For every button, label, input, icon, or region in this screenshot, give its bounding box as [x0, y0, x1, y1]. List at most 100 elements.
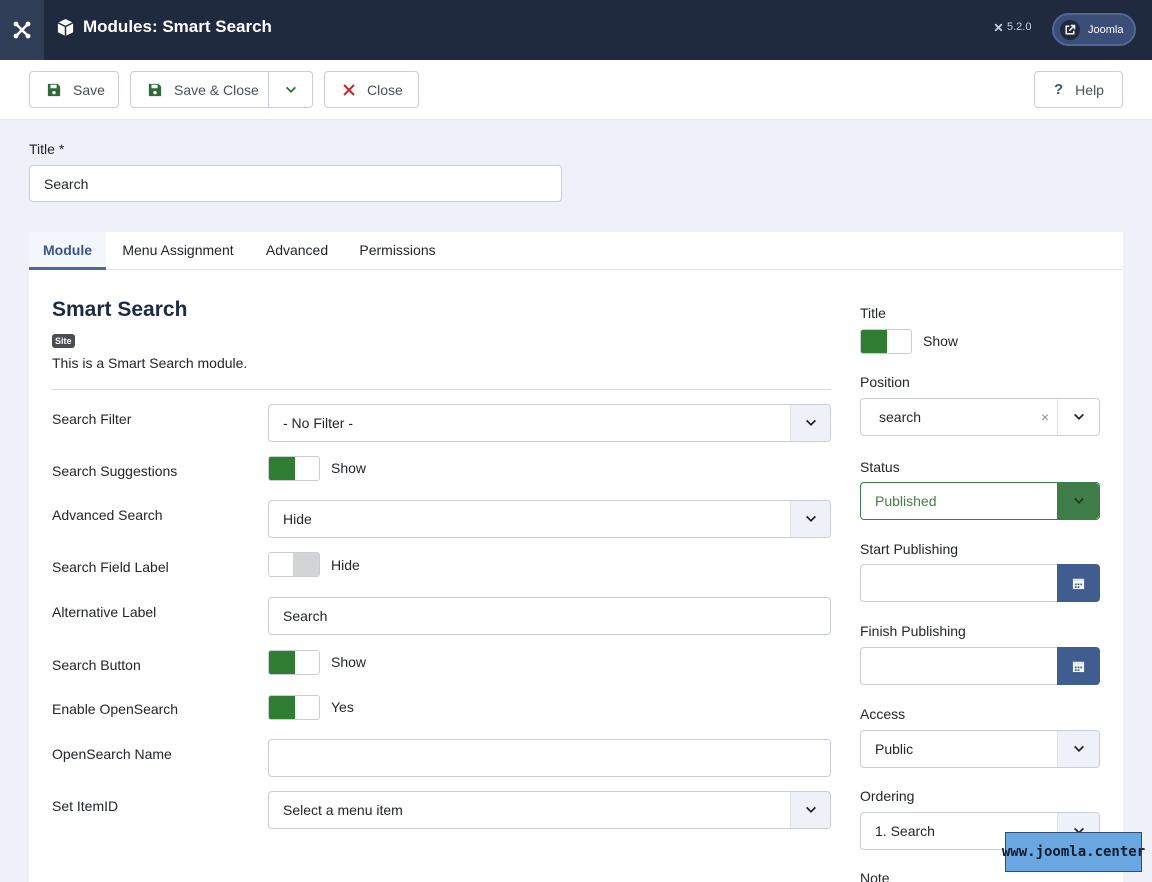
toggle-knob: [293, 553, 319, 576]
help-label: Help: [1075, 81, 1104, 98]
advanced-search-label: Advanced Search: [52, 507, 163, 523]
show-title-label: Title: [860, 305, 886, 321]
advanced-search-value: Hide: [283, 511, 312, 527]
joomla-small-icon: [994, 23, 1003, 31]
access-value: Public: [875, 741, 914, 757]
search-suggestions-toggle[interactable]: [268, 456, 320, 481]
toggle-knob: [269, 651, 295, 674]
search-button-state: Show: [331, 654, 367, 670]
page-title: Modules: Smart Search: [56, 17, 272, 37]
access-select[interactable]: Public: [860, 730, 1100, 768]
search-button-label: Search Button: [52, 657, 141, 673]
alternative-label-input[interactable]: [268, 597, 831, 635]
close-button[interactable]: Close: [324, 71, 419, 108]
finish-publishing-input[interactable]: [860, 647, 1058, 685]
app-header: Modules: Smart Search 5.2.0 Joomla: [0, 0, 1152, 60]
ordering-label: Ordering: [860, 788, 915, 804]
start-publishing-field: [860, 564, 1100, 602]
search-suggestions-state: Show: [331, 460, 367, 476]
joomla-logo-button[interactable]: [0, 0, 44, 60]
watermark: www.joomla.center: [1002, 832, 1145, 872]
save-icon: [148, 83, 162, 96]
start-publishing-label: Start Publishing: [860, 541, 959, 557]
save-close-button[interactable]: Save & Close: [130, 71, 269, 108]
module-edit-card: Module Menu Assignment Advanced Permissi…: [29, 232, 1123, 882]
external-link-icon: [1060, 19, 1080, 40]
clear-icon[interactable]: ×: [1041, 409, 1049, 425]
position-select[interactable]: search ×: [860, 398, 1100, 436]
access-label: Access: [860, 706, 906, 722]
start-publishing-input[interactable]: [860, 564, 1058, 602]
enable-opensearch-state: Yes: [331, 699, 354, 715]
save-options-dropdown[interactable]: [268, 71, 313, 108]
joomla-version: 5.2.0: [993, 21, 1031, 33]
chevron-down-icon: [1057, 399, 1099, 435]
chevron-down-icon: [1057, 731, 1099, 767]
tab-module[interactable]: Module: [29, 232, 106, 270]
site-link-button[interactable]: Joomla: [1052, 13, 1136, 46]
enable-opensearch-toggle[interactable]: [268, 695, 320, 720]
save-close-label: Save & Close: [174, 81, 259, 98]
chevron-down-icon: [285, 86, 296, 93]
version-text: 5.2.0: [1007, 21, 1032, 33]
module-heading: Smart Search: [52, 298, 188, 321]
close-label: Close: [367, 81, 403, 98]
status-value: Published: [875, 493, 937, 509]
opensearch-name-input[interactable]: [268, 739, 831, 777]
chevron-down-icon: [790, 792, 830, 828]
enable-opensearch-label: Enable OpenSearch: [52, 701, 179, 717]
tab-advanced[interactable]: Advanced: [258, 232, 336, 270]
divider: [52, 389, 831, 390]
search-filter-select[interactable]: - No Filter -: [268, 404, 831, 442]
advanced-search-select[interactable]: Hide: [268, 500, 831, 538]
tab-menu-assignment[interactable]: Menu Assignment: [113, 232, 243, 270]
site-link-label: Joomla: [1088, 23, 1124, 36]
set-itemid-value: Select a menu item: [283, 802, 403, 818]
toggle-knob: [269, 457, 295, 480]
close-icon: [343, 83, 355, 96]
set-itemid-label: Set ItemID: [52, 798, 119, 814]
chevron-down-icon: [790, 501, 830, 537]
page-title-text: Modules: Smart Search: [83, 17, 272, 36]
finish-publishing-field: [860, 647, 1100, 685]
ordering-value: 1. Search: [875, 823, 935, 839]
note-label: Note: [860, 870, 890, 882]
opensearch-name-label: OpenSearch Name: [52, 746, 172, 762]
calendar-button[interactable]: [1057, 564, 1100, 602]
search-filter-label: Search Filter: [52, 411, 132, 427]
help-button[interactable]: ? Help: [1034, 71, 1123, 108]
position-value: search: [879, 409, 922, 425]
save-label: Save: [73, 81, 105, 98]
module-description: This is a Smart Search module.: [52, 355, 248, 371]
show-title-toggle[interactable]: [860, 329, 912, 354]
chevron-down-icon: [1057, 483, 1099, 519]
calendar-icon: [1072, 578, 1085, 589]
question-icon: ?: [1054, 81, 1064, 98]
cube-icon: [57, 18, 74, 36]
toolbar: Save Save & Close Close ? Help: [0, 60, 1152, 120]
status-label: Status: [860, 459, 900, 475]
tab-bar: Module Menu Assignment Advanced Permissi…: [29, 232, 1123, 270]
site-badge: Site: [52, 334, 75, 348]
toggle-knob: [269, 696, 295, 719]
calendar-button[interactable]: [1057, 647, 1100, 685]
title-input[interactable]: [29, 165, 562, 202]
title-label: Title *: [29, 141, 65, 157]
search-button-toggle[interactable]: [268, 650, 320, 675]
tab-permissions[interactable]: Permissions: [351, 232, 444, 270]
calendar-icon: [1072, 661, 1085, 672]
joomla-logo-icon: [13, 21, 31, 39]
search-filter-value: - No Filter -: [283, 415, 353, 431]
save-icon: [47, 83, 61, 96]
search-field-label-state: Hide: [331, 557, 360, 573]
status-select[interactable]: Published: [860, 482, 1100, 520]
show-title-state: Show: [923, 333, 959, 349]
alternative-label-label: Alternative Label: [52, 604, 157, 620]
finish-publishing-label: Finish Publishing: [860, 623, 966, 639]
position-label: Position: [860, 374, 910, 390]
chevron-down-icon: [790, 405, 830, 441]
set-itemid-select[interactable]: Select a menu item: [268, 791, 831, 829]
search-field-label-toggle[interactable]: [268, 552, 320, 577]
search-suggestions-label: Search Suggestions: [52, 463, 178, 479]
save-button[interactable]: Save: [29, 71, 119, 108]
